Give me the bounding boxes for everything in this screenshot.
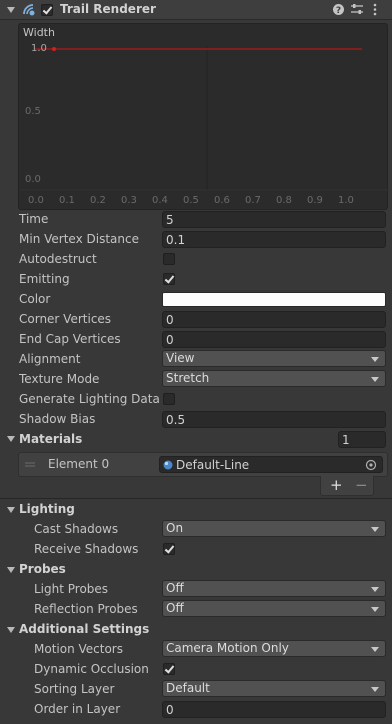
additional-settings-header[interactable]: Additional Settings: [19, 622, 149, 636]
alignment-value: View: [166, 351, 195, 365]
additional-settings-foldout-icon[interactable]: [7, 627, 15, 633]
corner-vertices-field[interactable]: 0: [162, 311, 386, 328]
object-picker-icon[interactable]: [365, 459, 377, 471]
materials-foldout-icon[interactable]: [7, 436, 15, 442]
motion-vectors-dropdown[interactable]: Camera Motion Only: [162, 640, 386, 657]
shadow-bias-label: Shadow Bias: [19, 412, 96, 426]
material-object-field[interactable]: Default-Line: [159, 456, 383, 473]
texture-mode-label: Texture Mode: [19, 372, 100, 386]
x-tick: 0.8: [276, 195, 292, 206]
materials-list: Element 0 Default-Line: [18, 452, 388, 477]
list-add-remove-footer: + −: [320, 476, 374, 496]
alignment-label: Alignment: [19, 352, 81, 366]
shadow-bias-field[interactable]: 0.5: [162, 411, 386, 428]
element-0-label: Element 0: [48, 457, 110, 471]
dynamic-occlusion-label: Dynamic Occlusion: [34, 662, 149, 676]
chevron-down-icon: [371, 647, 379, 652]
end-cap-vertices-label: End Cap Vertices: [19, 332, 121, 346]
chevron-down-icon: [371, 607, 379, 612]
receive-shadows-label: Receive Shadows: [34, 542, 139, 556]
x-tick: 0.0: [28, 195, 44, 206]
texture-mode-dropdown[interactable]: Stretch: [162, 370, 386, 387]
reflection-probes-dropdown[interactable]: Off: [162, 600, 386, 617]
x-tick: 0.6: [214, 195, 230, 206]
probes-foldout-icon[interactable]: [7, 567, 15, 573]
motion-vectors-label: Motion Vectors: [34, 642, 123, 656]
cast-shadows-value: On: [166, 521, 184, 535]
texture-mode-value: Stretch: [166, 371, 210, 385]
foldout-arrow-icon[interactable]: [7, 7, 15, 13]
x-tick: 0.5: [183, 195, 199, 206]
x-tick: 0.3: [121, 195, 137, 206]
reflection-probes-value: Off: [166, 601, 184, 615]
end-cap-vertices-field[interactable]: 0: [162, 331, 386, 348]
color-label: Color: [19, 292, 51, 306]
material-name: Default-Line: [176, 458, 250, 472]
trail-renderer-icon: [23, 4, 35, 16]
cast-shadows-dropdown[interactable]: On: [162, 520, 386, 537]
y-tick: 0.5: [25, 106, 41, 117]
emitting-checkbox[interactable]: [163, 273, 175, 285]
component-title: Trail Renderer: [60, 2, 156, 16]
autodestruct-label: Autodestruct: [19, 252, 97, 266]
emitting-label: Emitting: [19, 272, 70, 286]
material-sphere-icon: [163, 460, 173, 470]
receive-shadows-checkbox[interactable]: [163, 543, 175, 555]
presets-icon[interactable]: [350, 3, 364, 16]
generate-lighting-data-checkbox[interactable]: [163, 393, 175, 405]
alignment-dropdown[interactable]: View: [162, 350, 386, 367]
min-vertex-distance-field[interactable]: 0.1: [162, 231, 386, 248]
min-vertex-distance-label: Min Vertex Distance: [19, 232, 139, 246]
time-label: Time: [19, 212, 49, 226]
lighting-foldout-icon[interactable]: [7, 507, 15, 513]
corner-vertices-label: Corner Vertices: [19, 312, 112, 326]
chevron-down-icon: [371, 687, 379, 692]
x-tick: 0.4: [152, 195, 168, 206]
width-curve-editor[interactable]: Width 1.0 0.5 0.0 0.0 0.1 0.2 0.3 0.4 0.…: [18, 23, 389, 211]
x-tick: 1.0: [338, 195, 354, 206]
curve-keyframe: [52, 47, 56, 51]
sorting-layer-label: Sorting Layer: [34, 682, 115, 696]
materials-header[interactable]: Materials: [19, 432, 82, 446]
light-probes-label: Light Probes: [34, 582, 109, 596]
help-icon[interactable]: ?: [332, 3, 345, 16]
time-field[interactable]: 5: [162, 211, 386, 228]
dynamic-occlusion-checkbox[interactable]: [163, 663, 175, 675]
light-probes-dropdown[interactable]: Off: [162, 580, 386, 597]
add-element-button[interactable]: +: [330, 476, 343, 494]
motion-vectors-value: Camera Motion Only: [166, 641, 289, 655]
reflection-probes-label: Reflection Probes: [34, 602, 138, 616]
kebab-menu-icon[interactable]: [372, 3, 378, 16]
svg-text:?: ?: [336, 6, 341, 16]
remove-element-button[interactable]: −: [355, 476, 368, 494]
light-probes-value: Off: [166, 581, 184, 595]
y-tick: 0.0: [25, 174, 41, 185]
x-tick: 0.2: [90, 195, 106, 206]
component-header[interactable]: Trail Renderer ?: [0, 0, 392, 20]
order-in-layer-field[interactable]: 0: [162, 701, 386, 718]
color-field[interactable]: [162, 292, 386, 307]
x-tick: 0.1: [59, 195, 75, 206]
y-tick: 1.0: [31, 43, 47, 54]
materials-count-field[interactable]: 1: [338, 431, 386, 448]
chevron-down-icon: [371, 357, 379, 362]
chevron-down-icon: [371, 587, 379, 592]
chevron-down-icon: [371, 377, 379, 382]
chevron-down-icon: [371, 527, 379, 532]
order-in-layer-label: Order in Layer: [34, 702, 121, 716]
sorting-layer-value: Default: [166, 681, 210, 695]
divider: [0, 498, 392, 499]
cast-shadows-label: Cast Shadows: [34, 522, 119, 536]
sorting-layer-dropdown[interactable]: Default: [162, 680, 386, 697]
x-tick: 0.7: [245, 195, 261, 206]
width-curve-graph[interactable]: [19, 24, 389, 211]
drag-handle-icon[interactable]: [25, 462, 35, 468]
x-tick: 0.9: [307, 195, 323, 206]
lighting-header[interactable]: Lighting: [19, 502, 75, 516]
generate-lighting-data-label: Generate Lighting Data: [19, 392, 160, 406]
probes-header[interactable]: Probes: [19, 562, 66, 576]
component-enabled-checkbox[interactable]: [41, 4, 53, 16]
autodestruct-checkbox[interactable]: [163, 253, 175, 265]
